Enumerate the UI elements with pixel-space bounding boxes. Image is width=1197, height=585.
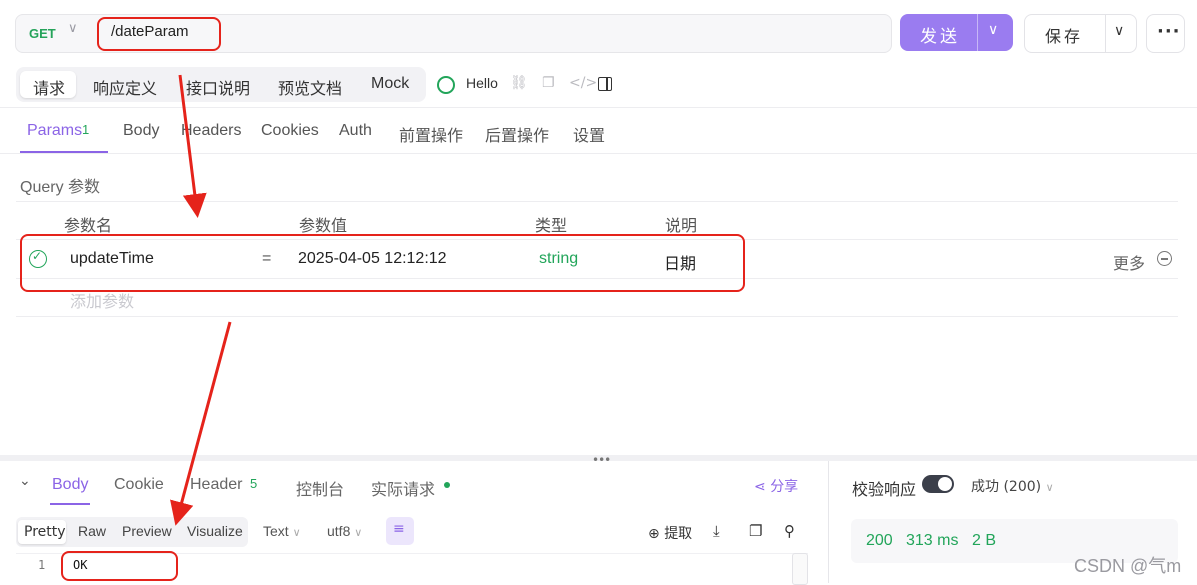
annotation-arrow [178,74,207,218]
annotation-arrow [170,321,232,526]
annotation-arrows [170,74,232,526]
